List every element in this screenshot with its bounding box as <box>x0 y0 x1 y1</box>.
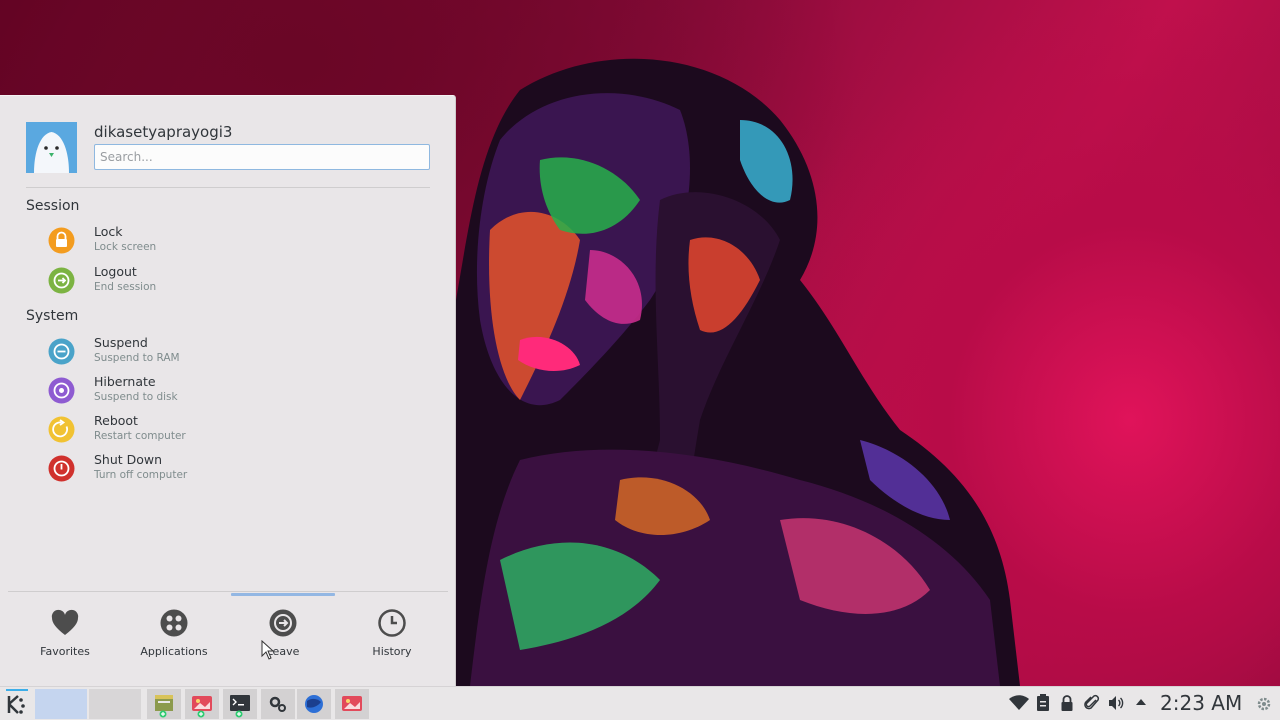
virtual-desktop-2[interactable] <box>89 689 141 719</box>
logout-subtitle: End session <box>94 281 157 293</box>
suspend-icon <box>48 338 75 365</box>
section-system-heading: System <box>26 308 79 324</box>
heart-icon <box>51 609 79 635</box>
browser-globe-icon <box>305 695 323 713</box>
active-tab-indicator <box>231 593 335 596</box>
hibernate-subtitle: Suspend to disk <box>94 391 178 403</box>
panel-settings-icon[interactable] <box>1256 696 1272 712</box>
task-web-browser[interactable] <box>297 689 331 719</box>
application-launcher: dikasetyaprayogi3 Session Lock Lock scre… <box>0 95 456 686</box>
reboot-icon <box>48 416 75 443</box>
search-input[interactable] <box>94 144 430 170</box>
tab-history-label: History <box>372 645 412 658</box>
tab-favorites-label: Favorites <box>40 645 90 658</box>
tab-leave-label: Leave <box>266 645 300 658</box>
suspend-title: Suspend <box>94 335 148 350</box>
clock[interactable]: 2:23 AM <box>1160 691 1242 715</box>
reboot-subtitle: Restart computer <box>94 430 186 442</box>
hibernate-icon <box>48 377 75 404</box>
tab-history[interactable]: History <box>337 603 447 663</box>
task-file-manager[interactable] <box>147 689 181 719</box>
task-image-viewer[interactable] <box>185 689 219 719</box>
shutdown-item[interactable]: Shut Down Turn off computer <box>46 452 430 488</box>
terminal-icon <box>230 695 250 718</box>
kde-logo-icon <box>6 689 28 714</box>
reboot-item[interactable]: Reboot Restart computer <box>46 413 430 449</box>
tab-favorites[interactable]: Favorites <box>10 603 120 663</box>
lock-item[interactable]: Lock Lock screen <box>46 224 430 260</box>
header-divider <box>26 187 430 188</box>
image-viewer-icon <box>192 696 212 718</box>
user-name: dikasetyaprayogi3 <box>94 123 233 141</box>
mouse-cursor-icon <box>261 640 275 660</box>
tab-applications[interactable]: Applications <box>119 603 229 663</box>
image-viewer-icon <box>342 696 362 711</box>
applications-icon <box>160 609 188 637</box>
chevron-up-icon[interactable] <box>1135 697 1147 707</box>
suspend-item[interactable]: Suspend Suspend to RAM <box>46 335 430 371</box>
reboot-title: Reboot <box>94 413 138 428</box>
task-image-viewer-2[interactable] <box>335 689 369 719</box>
volume-icon[interactable] <box>1107 694 1125 712</box>
tab-leave[interactable]: Leave <box>228 603 338 663</box>
leave-icon <box>269 609 297 637</box>
lock-title: Lock <box>94 224 123 239</box>
logout-item[interactable]: Logout End session <box>46 264 430 300</box>
shutdown-subtitle: Turn off computer <box>94 469 188 481</box>
suspend-subtitle: Suspend to RAM <box>94 352 180 364</box>
shutdown-title: Shut Down <box>94 452 163 467</box>
section-session-heading: Session <box>26 198 80 214</box>
clipboard-icon[interactable] <box>1036 694 1050 712</box>
gear-icon <box>269 696 286 712</box>
task-system-settings[interactable] <box>261 689 295 719</box>
virtual-desktop-1[interactable] <box>35 689 87 719</box>
logout-icon <box>48 267 75 294</box>
hibernate-title: Hibernate <box>94 374 156 389</box>
file-manager-icon <box>155 695 173 718</box>
taskbar: 2:23 AM <box>0 686 1280 720</box>
task-terminal[interactable] <box>223 689 257 719</box>
clock-icon <box>378 609 406 637</box>
lock-icon[interactable] <box>1060 694 1074 712</box>
kde-launcher-button[interactable] <box>4 689 30 719</box>
lock-icon <box>48 227 75 254</box>
tabs-divider <box>8 591 448 592</box>
wifi-icon[interactable] <box>1009 694 1029 712</box>
power-icon <box>48 455 75 482</box>
user-avatar[interactable] <box>26 122 77 173</box>
hibernate-item[interactable]: Hibernate Suspend to disk <box>46 374 430 410</box>
lock-subtitle: Lock screen <box>94 241 157 253</box>
attachment-icon[interactable] <box>1084 694 1100 712</box>
tab-applications-label: Applications <box>140 645 208 658</box>
logout-title: Logout <box>94 264 137 279</box>
